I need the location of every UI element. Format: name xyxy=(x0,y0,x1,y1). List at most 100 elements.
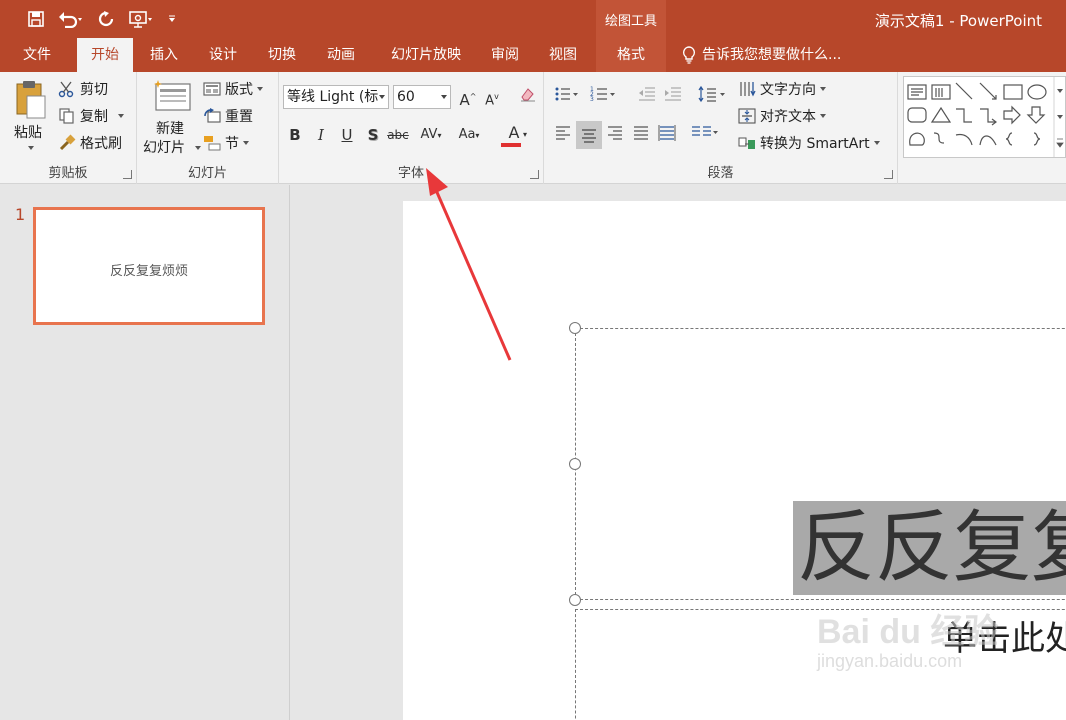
slides-group-label: 幻灯片 xyxy=(187,166,227,181)
convert-smartart-button[interactable]: 转换为 SmartArt xyxy=(738,131,880,155)
presentation-icon[interactable] xyxy=(124,6,158,32)
slides-group: 新建 幻灯片 版式 重置 节 幻灯片 xyxy=(137,72,279,184)
section-icon xyxy=(204,136,221,151)
watermark-brand: Bai du 经验 xyxy=(817,613,999,651)
tab-slideshow[interactable]: 幻灯片放映 xyxy=(377,38,475,72)
redo-icon[interactable] xyxy=(92,6,120,32)
layout-button[interactable]: 版式 xyxy=(203,77,263,101)
drawing-tools-context: 绘图工具 xyxy=(596,0,666,38)
font-name-combo[interactable]: 等线 Light (标 xyxy=(283,85,389,109)
character-spacing-icon[interactable]: AV▾ xyxy=(415,123,447,147)
document-title: 演示文稿1 - PowerPoint xyxy=(874,12,1042,30)
tab-design[interactable]: 设计 xyxy=(200,38,246,72)
slide-title-text[interactable]: 反反复复 xyxy=(793,501,1066,595)
font-color-icon[interactable]: A ▾ xyxy=(499,121,529,147)
increase-indent-icon[interactable] xyxy=(662,85,684,109)
bullets-icon[interactable] xyxy=(552,85,582,109)
justify-icon[interactable] xyxy=(630,123,652,147)
undo-icon[interactable] xyxy=(54,6,88,32)
line-spacing-icon[interactable] xyxy=(696,85,730,109)
tab-view[interactable]: 视图 xyxy=(540,38,586,72)
copy-icon xyxy=(59,108,74,124)
columns-icon[interactable] xyxy=(688,123,722,147)
format-painter-label: 格式刷 xyxy=(80,136,122,152)
slide-thumbnail[interactable]: 反反复复烦烦 xyxy=(33,207,265,325)
tab-review[interactable]: 审阅 xyxy=(482,38,528,72)
powerpoint-window: 绘图工具 演示文稿1 - PowerPoint 文件 开始 插入 设计 切换 动… xyxy=(0,0,1066,720)
paragraph-group-label: 段落 xyxy=(707,166,734,181)
clear-formatting-icon[interactable] xyxy=(517,85,539,109)
chevron-down-icon xyxy=(820,114,826,118)
new-slide-label-1: 新建 xyxy=(156,121,184,137)
shapes-gallery[interactable] xyxy=(903,76,1066,158)
section-label: 节 xyxy=(225,136,239,152)
tab-format[interactable]: 格式 xyxy=(596,38,666,72)
change-case-icon[interactable]: Aa▾ xyxy=(453,123,485,147)
align-right-icon[interactable] xyxy=(604,123,626,147)
resize-handle-middle-left[interactable] xyxy=(569,458,581,470)
strikethrough-icon[interactable]: abc xyxy=(387,123,409,147)
chevron-down-icon xyxy=(379,95,385,99)
shapes-grid-icon xyxy=(907,77,1064,157)
tab-transitions[interactable]: 切换 xyxy=(259,38,305,72)
tell-me-box[interactable]: 告诉我您想要做什么... xyxy=(682,38,841,72)
section-button[interactable]: 节 xyxy=(203,131,249,155)
cut-button[interactable]: 剪切 xyxy=(58,77,108,101)
tell-me-text: 告诉我您想要做什么... xyxy=(702,47,842,63)
align-text-icon xyxy=(738,108,756,124)
resize-handle-bottom-left[interactable] xyxy=(569,594,581,606)
ribbon-tabs: 文件 开始 插入 设计 切换 动画 幻灯片放映 审阅 视图 格式 告诉我您想要做… xyxy=(0,38,1066,72)
paste-button[interactable]: 粘贴 xyxy=(8,76,52,156)
format-painter-button[interactable]: 格式刷 xyxy=(58,131,122,155)
lightbulb-icon xyxy=(682,46,696,64)
numbering-icon[interactable]: 123 xyxy=(588,85,620,109)
ribbon: 粘贴 剪切 复制 格式刷 剪贴板 新建 幻灯片 版式 重置 节 幻灯片 等线 L… xyxy=(0,72,1066,184)
align-text-button[interactable]: 对齐文本 xyxy=(738,104,826,128)
baidu-watermark: Bai du 经验 jingyan.baidu.com xyxy=(817,604,998,672)
resize-handle-top-left[interactable] xyxy=(569,322,581,334)
align-text-label: 对齐文本 xyxy=(760,109,816,125)
chevron-down-icon xyxy=(195,146,201,150)
new-slide-label-2: 幻灯片 xyxy=(143,140,185,156)
font-size-value: 60 xyxy=(397,89,415,105)
font-name-value: 等线 Light (标 xyxy=(287,89,379,105)
paste-icon xyxy=(16,81,46,119)
distributed-icon[interactable] xyxy=(656,123,678,147)
chevron-down-icon xyxy=(257,87,263,91)
text-direction-label: 文字方向 xyxy=(760,82,816,98)
bold-icon[interactable]: B xyxy=(284,123,306,147)
font-launcher-icon[interactable] xyxy=(530,170,539,179)
italic-icon[interactable]: I xyxy=(310,123,332,147)
paragraph-launcher-icon[interactable] xyxy=(884,170,893,179)
smartart-icon xyxy=(738,137,755,149)
watermark-url: jingyan.baidu.com xyxy=(817,651,963,671)
tab-insert[interactable]: 插入 xyxy=(141,38,187,72)
title-bar: 绘图工具 演示文稿1 - PowerPoint xyxy=(0,0,1066,38)
tab-file[interactable]: 文件 xyxy=(12,38,62,72)
reset-label: 重置 xyxy=(225,109,253,125)
text-direction-button[interactable]: 文字方向 xyxy=(738,77,826,101)
quick-access-toolbar xyxy=(22,6,182,32)
slide-thumbnails-panel: 1 反反复复烦烦 xyxy=(0,185,290,720)
customize-qat-icon[interactable] xyxy=(162,6,182,32)
font-size-combo[interactable]: 60 xyxy=(393,85,451,109)
slide-number: 1 xyxy=(15,205,26,224)
save-icon[interactable] xyxy=(22,6,50,32)
chevron-down-icon xyxy=(118,114,124,118)
tab-home[interactable]: 开始 xyxy=(77,38,133,72)
reset-button[interactable]: 重置 xyxy=(203,104,253,128)
new-slide-button[interactable]: 新建 幻灯片 xyxy=(141,76,203,158)
copy-button[interactable]: 复制 xyxy=(58,104,124,128)
text-direction-icon xyxy=(740,82,756,97)
align-center-icon[interactable] xyxy=(576,121,602,149)
shrink-font-icon[interactable]: Av xyxy=(481,85,503,109)
convert-smartart-label: 转换为 SmartArt xyxy=(760,136,870,152)
align-left-icon[interactable] xyxy=(552,123,574,147)
decrease-indent-icon[interactable] xyxy=(636,85,658,109)
tab-animations[interactable]: 动画 xyxy=(318,38,364,72)
underline-icon[interactable]: U xyxy=(336,123,358,147)
text-shadow-icon[interactable]: S xyxy=(362,123,384,147)
new-slide-icon xyxy=(154,80,191,111)
grow-font-icon[interactable]: A^ xyxy=(457,85,479,109)
clipboard-launcher-icon[interactable] xyxy=(123,170,132,179)
